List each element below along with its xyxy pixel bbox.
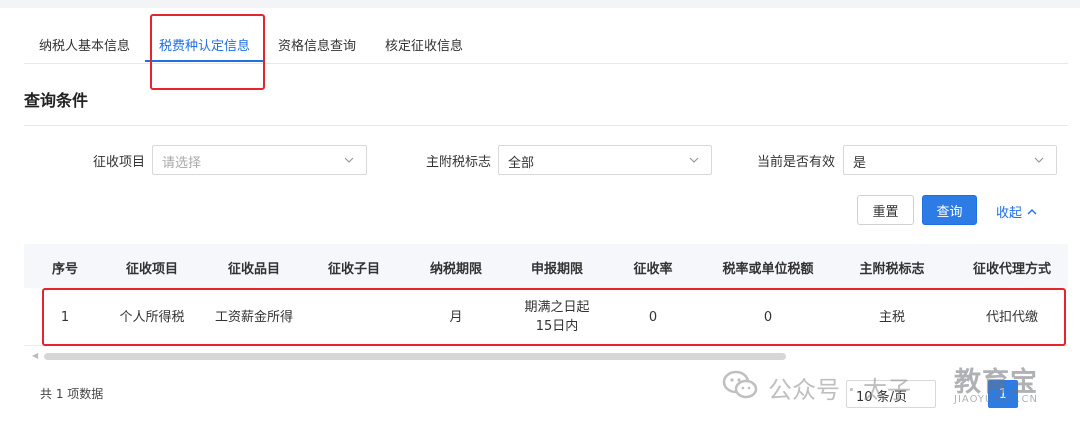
column-header-levy-item: 征收项目 [125, 262, 179, 277]
page-button-current[interactable]: 1 [988, 380, 1018, 408]
is-valid-label: 当前是否有效 [757, 155, 836, 170]
column-header-levy-subcategory: 征收子目 [327, 262, 381, 277]
cell-declare-deadline-line2: 15日内 [535, 319, 579, 334]
cell-declare-deadline-line1: 期满之日起 [524, 300, 590, 315]
levy-item-placeholder: 请选择 [162, 156, 202, 171]
tab-qualification-query[interactable]: 资格信息查询 [278, 35, 356, 54]
cell-index: 1 [60, 310, 70, 325]
reset-button[interactable]: 重置 [857, 195, 914, 225]
chevron-up-icon [1027, 208, 1037, 214]
column-header-main-tax-flag: 主附税标志 [859, 262, 925, 277]
main-tax-flag-value: 全部 [508, 156, 535, 171]
table-row[interactable]: 1 个人所得税 工资薪金所得 月 期满之日起 15日内 0 0 主税 代扣代缴 [24, 288, 1068, 346]
main-tax-flag-select[interactable]: 全部 [498, 145, 712, 175]
tab-bar: 纳税人基本信息 税费种认定信息 资格信息查询 核定征收信息 [24, 8, 1068, 64]
levy-item-label: 征收项目 [93, 155, 146, 170]
cell-levy-category: 工资薪金所得 [214, 310, 294, 325]
collapse-label: 收起 [996, 206, 1023, 221]
section-title: 查询条件 [24, 91, 89, 110]
tab-assessed-levy-info[interactable]: 核定征收信息 [385, 35, 463, 54]
cell-declare-deadline: 期满之日起 15日内 [524, 298, 589, 336]
chevron-down-icon [1034, 157, 1044, 163]
cell-tax-rate: 0 [763, 310, 773, 325]
column-header-agent-method: 征收代理方式 [972, 262, 1052, 277]
page-size-value: 10 条/页 [856, 390, 908, 405]
chevron-down-icon [344, 157, 354, 163]
scrollbar-thumb[interactable] [44, 353, 786, 360]
cell-main-tax-flag: 主税 [878, 310, 906, 325]
column-header-levy-rate: 征收率 [633, 262, 673, 277]
total-count: 共 1 项数据 [40, 387, 104, 401]
scroll-left-arrow-icon[interactable]: ◀ [32, 352, 40, 360]
horizontal-scrollbar[interactable]: ◀ [32, 352, 1068, 360]
section-divider [24, 125, 1068, 126]
cell-levy-rate: 0 [648, 310, 658, 325]
query-button[interactable]: 查询 [922, 195, 977, 225]
collapse-toggle[interactable]: 收起 [996, 202, 1037, 221]
chevron-down-icon [689, 157, 699, 163]
active-tab-indicator [145, 60, 263, 62]
cell-levy-item: 个人所得税 [119, 310, 185, 325]
cell-agent-method: 代扣代缴 [985, 310, 1039, 325]
tab-taxpayer-basic-info[interactable]: 纳税人基本信息 [39, 35, 130, 54]
column-header-declare-deadline: 申报期限 [530, 262, 584, 277]
column-header-tax-period: 纳税期限 [429, 262, 483, 277]
page-size-select[interactable]: 10 条/页 [846, 380, 936, 408]
is-valid-select[interactable]: 是 [843, 145, 1057, 175]
levy-item-select[interactable]: 请选择 [152, 145, 367, 175]
is-valid-value: 是 [853, 156, 867, 171]
column-header-index: 序号 [51, 262, 79, 277]
main-panel: 纳税人基本信息 税费种认定信息 资格信息查询 核定征收信息 查询条件 征收项目 … [0, 8, 1080, 423]
column-header-tax-rate: 税率或单位税额 [722, 262, 814, 277]
tab-tax-type-identification[interactable]: 税费种认定信息 [159, 35, 250, 54]
wechat-icon [722, 370, 758, 399]
cell-tax-period: 月 [449, 310, 463, 325]
main-tax-flag-label: 主附税标志 [426, 155, 492, 170]
table-header: 序号 征收项目 征收品目 征收子目 纳税期限 申报期限 征收率 税率或单位税额 … [24, 244, 1068, 288]
column-header-levy-category: 征收品目 [227, 262, 281, 277]
